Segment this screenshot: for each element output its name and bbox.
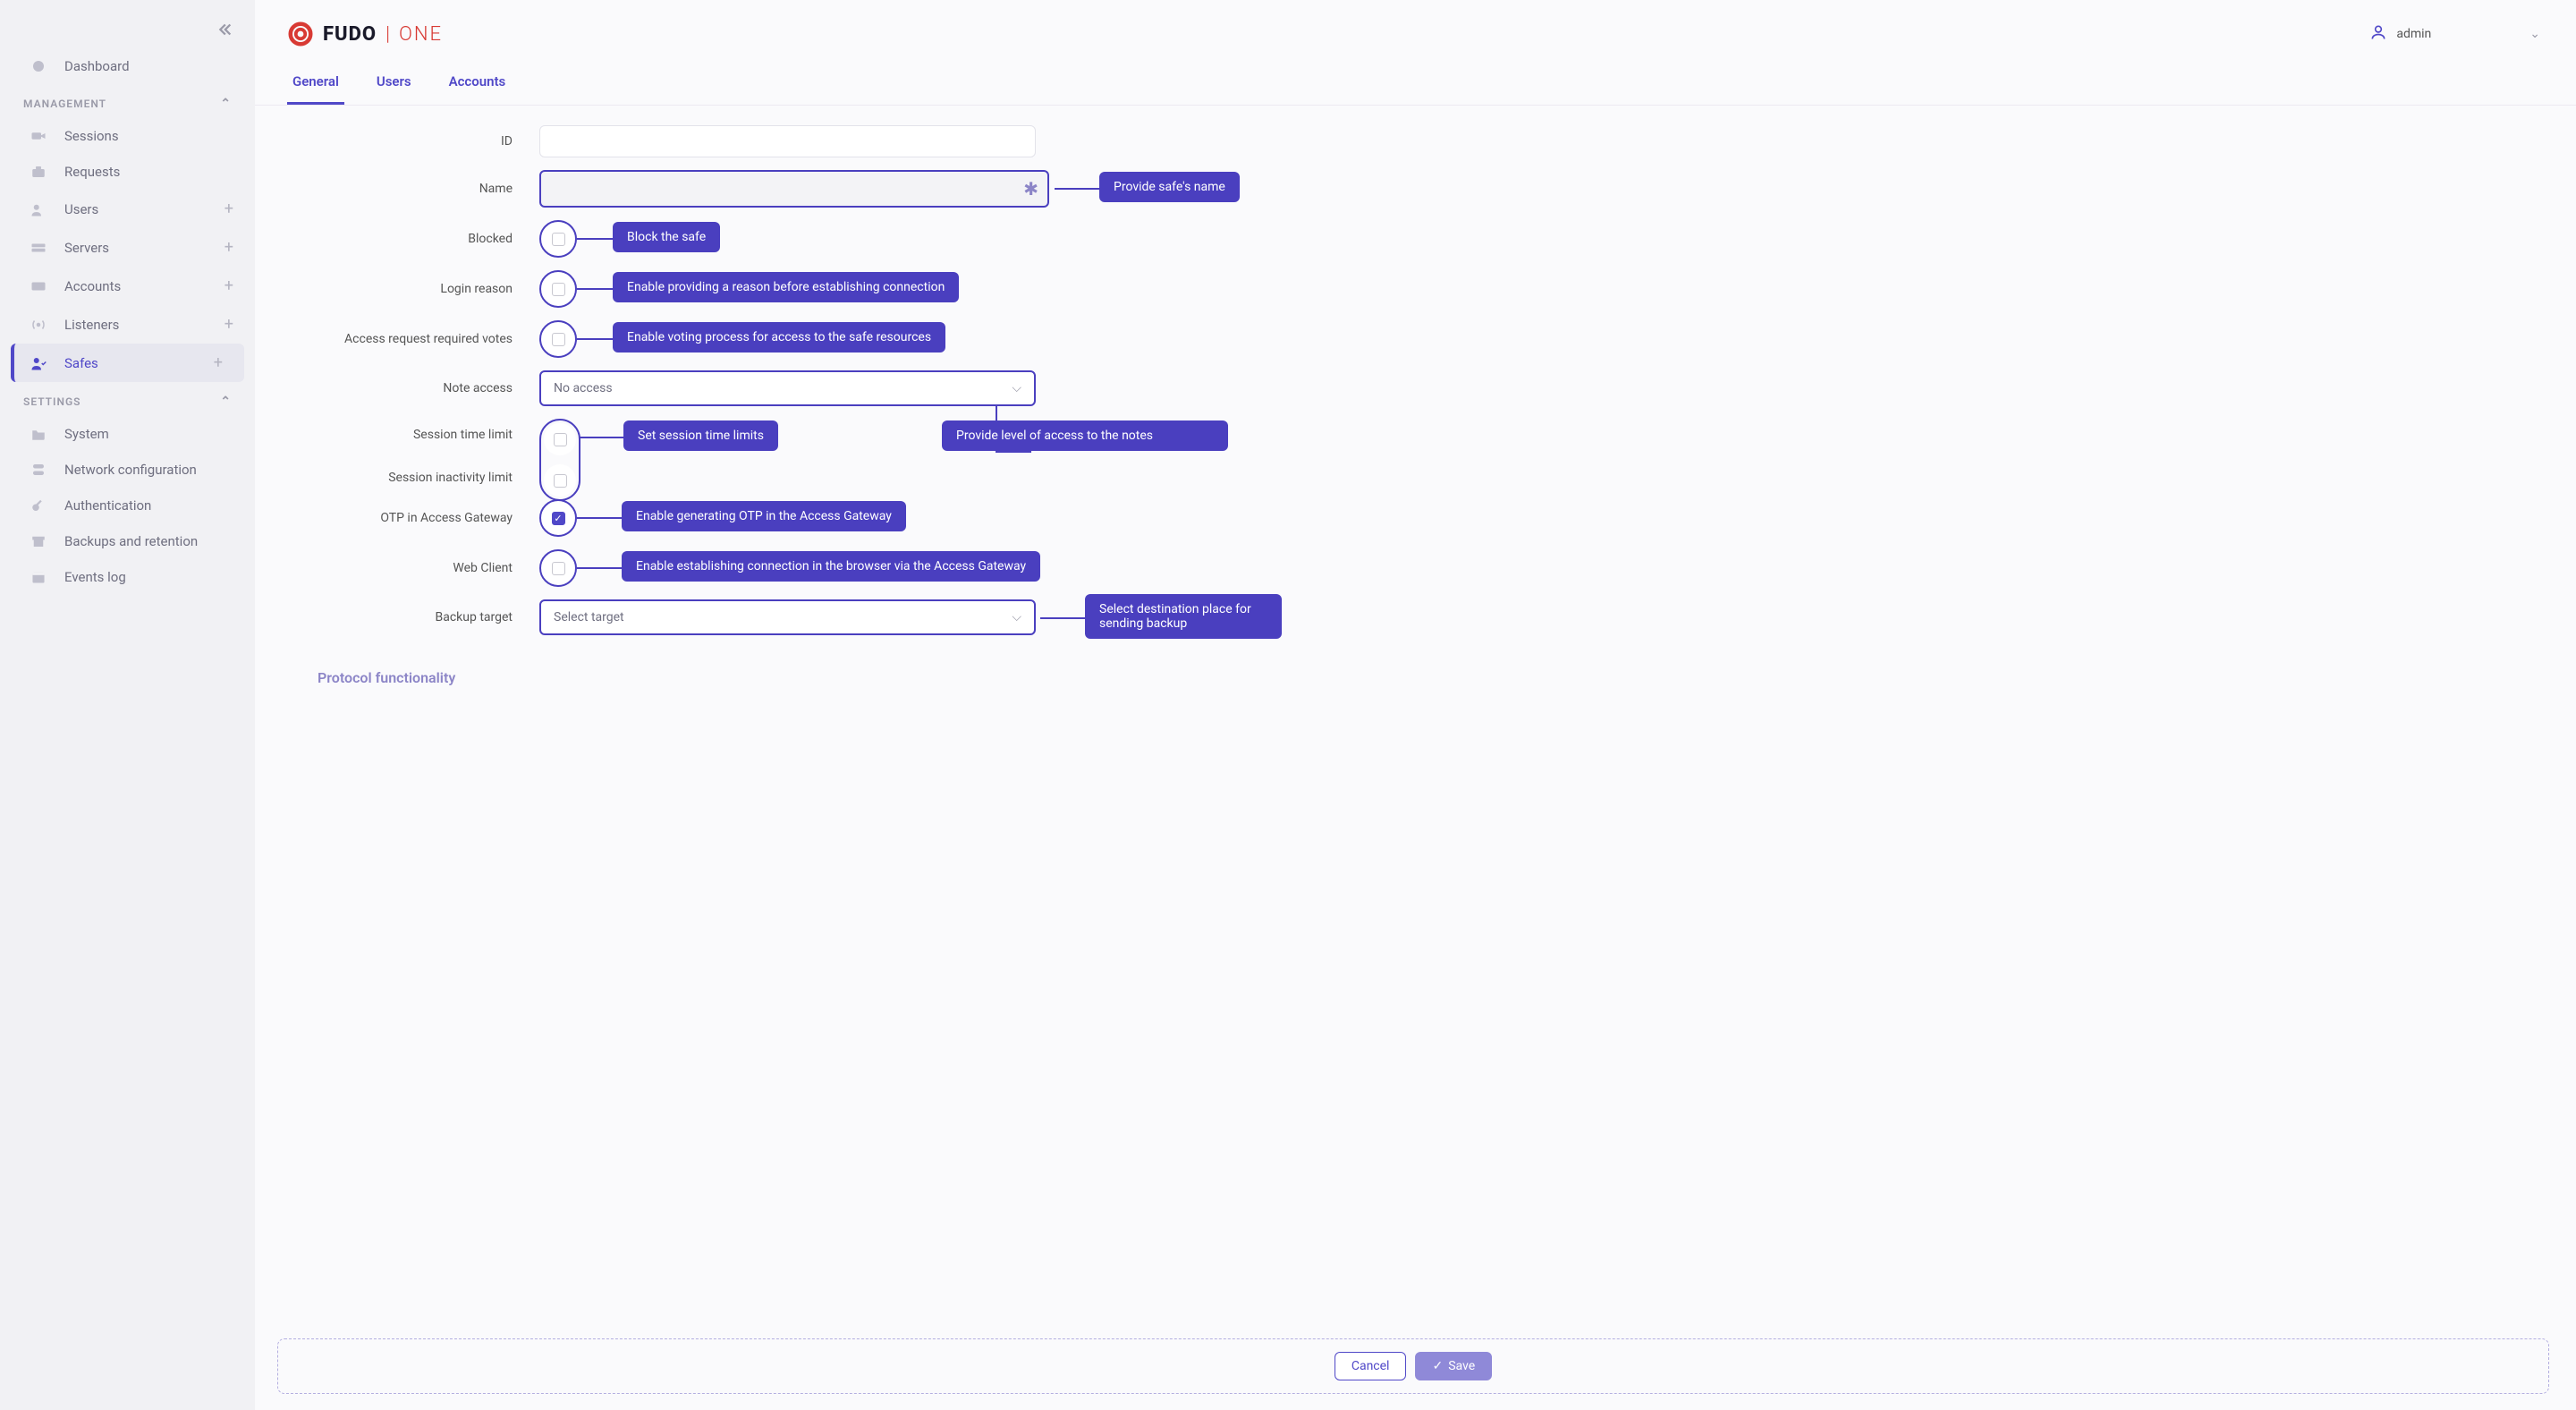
sidebar-item-sessions[interactable]: Sessions [0,118,255,154]
broadcast-icon [30,318,50,332]
session-inactivity-limit-checkbox[interactable] [544,464,576,497]
login-reason-checkbox[interactable] [539,270,577,308]
logo-icon [287,21,314,47]
note-access-select[interactable]: No access ⌵ [539,370,1036,406]
label-name: Name [291,182,539,196]
briefcase-icon [30,165,50,179]
sidebar-collapse-button[interactable] [0,11,255,48]
sidebar-item-listeners[interactable]: Listeners + [0,305,255,344]
sidebar-item-system[interactable]: System [0,416,255,452]
access-votes-checkbox[interactable] [539,320,577,358]
plus-icon[interactable]: + [225,315,239,334]
chevron-up-icon: ⌃ [220,97,232,111]
callout-note-access: Provide level of access to the notes [942,420,1228,451]
plus-icon[interactable]: + [214,353,228,372]
sidebar-item-safes[interactable]: Safes + [11,344,244,382]
server-icon [30,242,50,254]
protocol-section-title: Protocol functionality [291,648,2540,695]
folder-icon [30,428,50,440]
chevron-down-icon: ⌵ [1012,610,1021,624]
id-input[interactable] [539,125,1036,157]
required-icon: ✱ [1023,178,1038,200]
sidebar-item-users[interactable]: Users + [0,190,255,228]
card-icon [30,280,50,293]
label-session-limit: Session time limit [291,419,539,442]
label-note-access: Note access [291,381,539,395]
backup-target-select[interactable]: Select target ⌵ [539,599,1036,635]
camera-icon [30,130,50,142]
label-login-reason: Login reason [291,282,539,296]
sidebar-item-accounts[interactable]: Accounts + [0,267,255,305]
label-blocked: Blocked [291,232,539,246]
plus-icon[interactable]: + [225,276,239,295]
tab-users[interactable]: Users [371,61,417,105]
plus-icon[interactable]: + [225,200,239,218]
label-id: ID [291,134,539,149]
user-name: admin [2396,27,2431,41]
sidebar-item-backups[interactable]: Backups and retention [0,523,255,559]
sidebar-label: Dashboard [64,58,130,74]
callout-name: Provide safe's name [1099,172,1240,202]
key-icon [30,497,50,514]
network-icon [30,463,50,477]
label-access-votes: Access request required votes [291,332,539,346]
chevron-up-icon: ⌃ [220,395,232,409]
shield-user-icon [30,355,50,371]
web-client-checkbox[interactable] [539,549,577,587]
topbar: FUDO | ONE admin ⌄ [255,0,2576,61]
callout-blocked: Block the safe [613,222,720,252]
tab-general[interactable]: General [287,61,344,105]
otp-checkbox[interactable]: ✓ [539,499,577,537]
sidebar-item-authentication[interactable]: Authentication [0,488,255,523]
sidebar-section-management[interactable]: MANAGEMENT ⌃ [0,84,255,118]
callout-web-client: Enable establishing connection in the br… [622,551,1040,582]
callout-access-votes: Enable voting process for access to the … [613,322,945,352]
name-input[interactable] [539,170,1049,208]
plus-icon[interactable]: + [225,238,239,257]
sidebar-item-requests[interactable]: Requests [0,154,255,190]
users-icon [30,202,50,217]
brand-logo: FUDO | ONE [287,21,443,47]
label-web-client: Web Client [291,561,539,575]
callout-login-reason: Enable providing a reason before establi… [613,272,959,302]
sidebar-item-dashboard[interactable]: Dashboard [0,48,255,84]
callout-otp: Enable generating OTP in the Access Gate… [622,501,906,531]
sidebar-item-events[interactable]: Events log [0,559,255,595]
label-otp: OTP in Access Gateway [291,511,539,525]
label-backup-target: Backup target [291,610,539,624]
callout-session-limit: Set session time limits [623,420,778,451]
chevron-down-icon: ⌵ [1012,381,1021,395]
callout-backup: Select destination place for sending bac… [1085,594,1282,639]
blocked-checkbox[interactable] [539,220,577,258]
sidebar: Dashboard MANAGEMENT ⌃ Sessions Requests… [0,0,255,1410]
tabs: General Users Accounts [255,61,2576,106]
label-inactivity-limit: Session inactivity limit [291,471,539,485]
user-menu[interactable]: admin ⌄ [2369,23,2540,45]
check-icon: ✓ [1432,1359,1443,1373]
footer-action-bar: Cancel ✓ Save [277,1338,2549,1394]
chevron-down-icon: ⌄ [2529,27,2540,41]
user-icon [2369,23,2387,45]
save-button[interactable]: ✓ Save [1415,1352,1492,1380]
cancel-button[interactable]: Cancel [1335,1352,1407,1380]
calendar-icon [30,570,50,584]
tab-accounts[interactable]: Accounts [444,61,512,105]
dashboard-icon [30,58,50,74]
sidebar-item-network[interactable]: Network configuration [0,452,255,488]
archive-icon [30,534,50,548]
sidebar-section-settings[interactable]: SETTINGS ⌃ [0,382,255,416]
main-area: FUDO | ONE admin ⌄ General Users Account… [255,0,2576,1410]
sidebar-item-servers[interactable]: Servers + [0,228,255,267]
session-time-limit-checkbox[interactable] [544,423,576,455]
